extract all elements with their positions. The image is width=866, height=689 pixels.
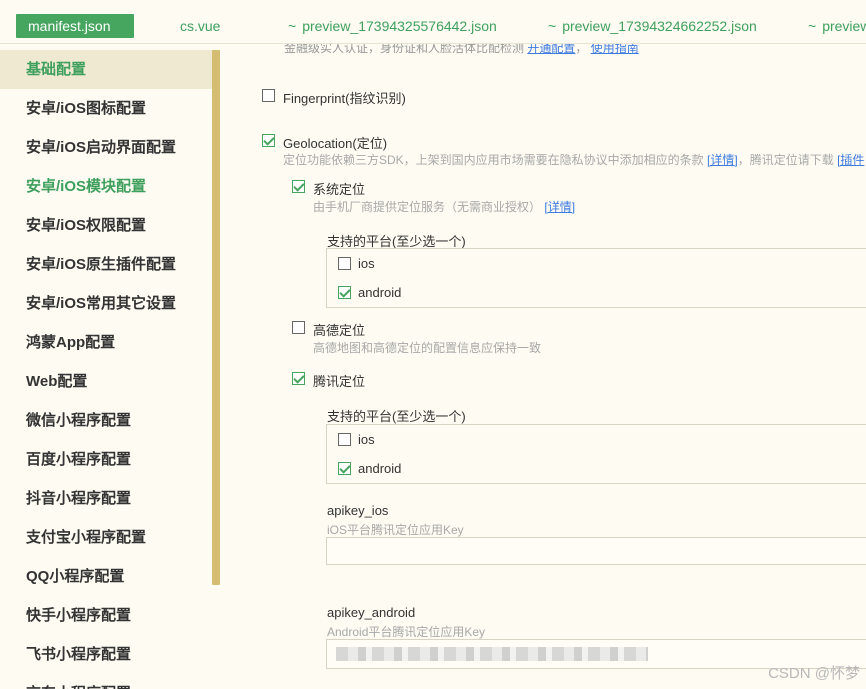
sidebar-item-harmony[interactable]: 鸿蒙App配置 xyxy=(0,323,212,362)
tab-preview-2[interactable]: ~ preview_17394324662252.json xyxy=(548,14,757,38)
system-ios-checkbox[interactable] xyxy=(338,257,351,270)
sidebar-item-qq[interactable]: QQ小程序配置 xyxy=(0,557,212,596)
fingerprint-checkbox[interactable] xyxy=(262,89,275,102)
apikey-ios-desc: iOS平台腾讯定位应用Key xyxy=(327,523,464,537)
system-ios-label: ios xyxy=(358,256,375,271)
sidebar-item-web[interactable]: Web配置 xyxy=(0,362,212,401)
tencent-platforms-title: 支持的平台(至少选一个) xyxy=(327,409,466,424)
sidebar-item-feishu[interactable]: 飞书小程序配置 xyxy=(0,635,212,674)
tab-label: preview_17394324662252.json xyxy=(562,18,757,34)
fingerprint-label: Fingerprint(指纹识别) xyxy=(283,91,406,106)
system-location-desc: 由手机厂商提供定位服务（无需商业授权） [详情] xyxy=(313,198,575,215)
geolocation-desc-text: 定位功能依赖三方SDK，上架到国内应用市场需要在隐私协议中添加相应的条款 xyxy=(283,153,704,167)
geolocation-checkbox[interactable] xyxy=(262,134,275,147)
tab-preview-1[interactable]: ~ preview_17394325576442.json xyxy=(288,14,497,38)
system-location-checkbox[interactable] xyxy=(292,180,305,193)
sidebar-scrollbar[interactable] xyxy=(212,50,220,585)
tencent-platforms-box xyxy=(326,424,866,484)
tencent-location-label: 腾讯定位 xyxy=(313,374,366,389)
amap-location-desc: 高德地图和高德定位的配置信息应保持一致 xyxy=(313,341,542,355)
sidebar-item-icons[interactable]: 安卓/iOS图标配置 xyxy=(0,89,212,128)
tab-label: preview xyxy=(822,18,866,34)
system-android-label: android xyxy=(358,285,402,300)
editor-tab-bar: manifest.json cs.vue ~ preview_1739432557… xyxy=(0,0,866,44)
apikey-android-desc: Android平台腾讯定位应用Key xyxy=(327,625,486,639)
sidebar-item-jd[interactable]: 京东小程序配置 xyxy=(0,674,212,689)
tab-preview-3[interactable]: ~ preview xyxy=(808,14,866,38)
apikey-android-label: apikey_android xyxy=(327,605,416,620)
plugin-link[interactable]: [插件 xyxy=(837,153,864,167)
tab-manifest-json[interactable]: manifest.json xyxy=(16,14,134,38)
apikey-ios-input[interactable] xyxy=(326,537,866,565)
sidebar-item-basic[interactable]: 基础配置 xyxy=(0,50,212,89)
sidebar-item-native-plugins[interactable]: 安卓/iOS原生插件配置 xyxy=(0,245,212,284)
amap-location-checkbox[interactable] xyxy=(292,321,305,334)
tencent-location-checkbox[interactable] xyxy=(292,372,305,385)
sidebar-item-permissions[interactable]: 安卓/iOS权限配置 xyxy=(0,206,212,245)
top-note-sep: ， xyxy=(575,44,588,55)
system-location-details-link[interactable]: [详情] xyxy=(544,200,575,214)
geolocation-desc-tail: ，腾讯定位请下载 xyxy=(737,153,834,167)
tencent-ios-checkbox[interactable] xyxy=(338,433,351,446)
tab-prefix: ~ xyxy=(288,18,297,34)
geolocation-desc: 定位功能依赖三方SDK，上架到国内应用市场需要在隐私协议中添加相应的条款 [详情… xyxy=(283,151,864,168)
sidebar-item-alipay[interactable]: 支付宝小程序配置 xyxy=(0,518,212,557)
tab-label: preview_17394325576442.json xyxy=(302,18,497,34)
top-note-text: 金融级实人认证，身份证和人脸活体比配检测 xyxy=(284,44,525,55)
settings-main-panel: 金融级实人认证，身份证和人脸活体比配检测 开通配置， 使用指南 Fingerpr… xyxy=(220,44,866,689)
csdn-watermark: CSDN @怀梦 xyxy=(768,665,860,682)
apikey-ios-label: apikey_ios xyxy=(327,503,389,518)
sidebar-item-splash[interactable]: 安卓/iOS启动界面配置 xyxy=(0,128,212,167)
tab-cs-vue[interactable]: cs.vue xyxy=(180,14,220,38)
settings-sidebar: 基础配置 安卓/iOS图标配置 安卓/iOS启动界面配置 安卓/iOS模块配置 … xyxy=(0,44,220,689)
system-platforms-box xyxy=(326,248,866,308)
geolocation-label: Geolocation(定位) xyxy=(283,136,388,151)
amap-location-label: 高德定位 xyxy=(313,323,366,338)
tencent-android-label: android xyxy=(358,461,402,476)
system-android-checkbox[interactable] xyxy=(338,286,351,299)
sidebar-item-kuaishou[interactable]: 快手小程序配置 xyxy=(0,596,212,635)
tencent-ios-label: ios xyxy=(358,432,375,447)
tab-prefix: ~ xyxy=(548,18,557,34)
tab-prefix: ~ xyxy=(808,18,817,34)
usage-guide-link[interactable]: 使用指南 xyxy=(591,44,639,55)
geolocation-details-link[interactable]: [详情] xyxy=(707,153,738,167)
sidebar-item-weixin[interactable]: 微信小程序配置 xyxy=(0,401,212,440)
system-location-desc-text: 由手机厂商提供定位服务（无需商业授权） xyxy=(313,200,542,214)
redacted-key-blur xyxy=(336,647,648,661)
tencent-android-checkbox[interactable] xyxy=(338,462,351,475)
sidebar-item-douyin[interactable]: 抖音小程序配置 xyxy=(0,479,212,518)
sidebar-item-other-settings[interactable]: 安卓/iOS常用其它设置 xyxy=(0,284,212,323)
top-cut-note: 金融级实人认证，身份证和人脸活体比配检测 开通配置， 使用指南 xyxy=(284,44,639,56)
sidebar-item-baidu[interactable]: 百度小程序配置 xyxy=(0,440,212,479)
system-location-label: 系统定位 xyxy=(313,182,366,197)
sidebar-item-modules[interactable]: 安卓/iOS模块配置 xyxy=(0,167,212,206)
open-config-link[interactable]: 开通配置 xyxy=(527,44,575,55)
